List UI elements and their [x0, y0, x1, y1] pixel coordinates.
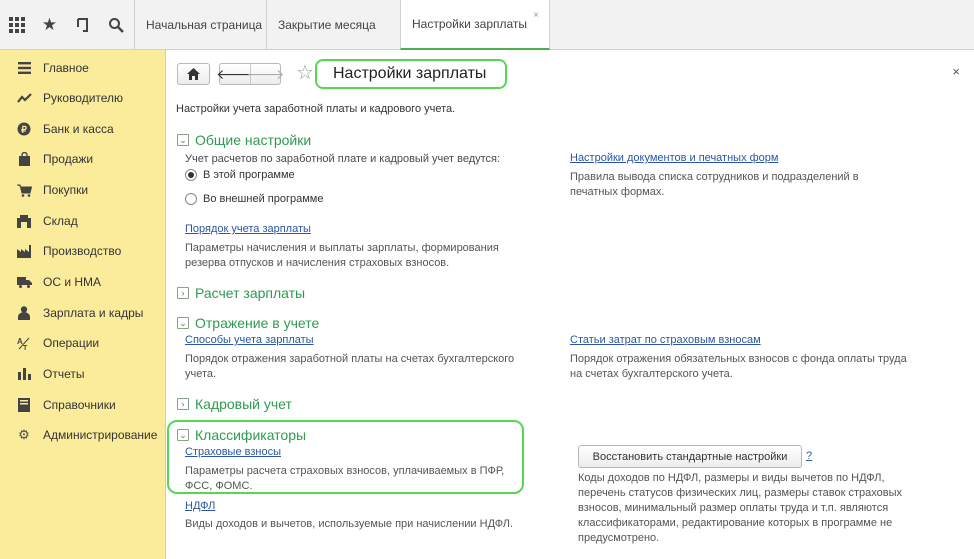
section-general[interactable]: ⌄ Общие настройки	[177, 132, 311, 148]
intro-text: Настройки учета заработной платы и кадро…	[176, 103, 456, 115]
sidebar-item-main[interactable]: Главное	[0, 53, 166, 83]
accounting-methods-desc: Порядок отражения заработной платы на сч…	[185, 353, 515, 380]
radio-empty-icon	[185, 193, 197, 205]
navigation-buttons: 🡐 🡒	[216, 63, 284, 85]
chevron-right-icon: ›	[177, 398, 189, 410]
factory-icon	[16, 244, 32, 258]
payroll-order-link[interactable]: Порядок учета зарплаты	[185, 223, 311, 235]
sidebar-item-assets[interactable]: ОС и НМА	[0, 267, 166, 297]
chevron-down-icon: ⌄	[177, 429, 189, 441]
section-payroll[interactable]: › Расчет зарплаты	[177, 285, 305, 301]
main-panel: 🡐 🡒 ☆ Настройки зарплаты × Настройки уче…	[166, 50, 974, 559]
trend-icon	[16, 92, 32, 104]
ndfl-desc: Виды доходов и вычетов, используемые при…	[185, 518, 514, 530]
section-classifiers[interactable]: ⌄ Классификаторы	[177, 427, 306, 443]
sidebar-item-director[interactable]: Руководителю	[0, 83, 166, 113]
radio-external-program[interactable]: Во внешней программе	[185, 193, 323, 205]
book-icon	[16, 398, 32, 412]
svg-text:T: T	[23, 345, 28, 350]
person-icon	[16, 306, 32, 320]
apps-grid-icon[interactable]	[0, 0, 33, 50]
section-hr[interactable]: › Кадровый учет	[177, 396, 292, 412]
tab-close-icon[interactable]: ×	[533, 10, 539, 21]
favorite-star-icon[interactable]: ☆	[296, 60, 314, 85]
arrow-right-icon: 🡒	[246, 65, 285, 82]
accounting-question-label: Учет расчетов по заработной плате и кадр…	[185, 153, 501, 165]
home-button[interactable]	[177, 63, 210, 85]
bar-chart-icon	[16, 368, 32, 380]
accounting-methods-link[interactable]: Способы учета зарплаты	[185, 334, 314, 346]
back-button[interactable]: 🡐	[216, 64, 254, 84]
tab-payroll-settings[interactable]: Настройки зарплаты ×	[400, 0, 550, 50]
tab-home[interactable]: Начальная страница	[134, 0, 266, 50]
cart-icon	[16, 184, 32, 197]
sidebar: Главное Руководителю ₽ Банк и касса Прод…	[0, 50, 166, 559]
coin-icon: ₽	[16, 122, 32, 136]
radio-selected-icon	[185, 169, 197, 181]
gear-icon: ⚙	[18, 427, 30, 442]
help-link[interactable]: ?	[806, 450, 812, 462]
home-icon	[187, 68, 200, 80]
truck-icon	[16, 276, 32, 288]
cost-items-desc: Порядок отражения обязательных взносов с…	[570, 353, 907, 380]
close-icon[interactable]: ×	[952, 64, 960, 79]
sidebar-item-operations[interactable]: AT Операции	[0, 328, 166, 358]
tab-month-close[interactable]: Закрытие месяца	[266, 0, 400, 50]
sidebar-item-bank[interactable]: ₽ Банк и касса	[0, 114, 166, 144]
documents-settings-desc: Правила вывода списка сотрудников и подр…	[570, 171, 859, 198]
section-accounting[interactable]: ⌄ Отражение в учете	[177, 315, 319, 331]
search-icon[interactable]	[99, 0, 132, 50]
bag-icon	[16, 152, 32, 166]
documents-settings-link[interactable]: Настройки документов и печатных форм	[570, 152, 778, 164]
chevron-down-icon: ⌄	[177, 317, 189, 329]
forward-button[interactable]: 🡒	[247, 64, 284, 84]
sidebar-item-payroll[interactable]: Зарплата и кадры	[0, 298, 166, 328]
insurance-contributions-link[interactable]: Страховые взносы	[185, 446, 281, 458]
restore-defaults-button[interactable]: Восстановить стандартные настройки	[578, 445, 802, 468]
top-toolbar: ★	[0, 0, 134, 50]
cost-items-link[interactable]: Статьи затрат по страховым взносам	[570, 334, 761, 346]
radio-this-program[interactable]: В этой программе	[185, 169, 295, 181]
sidebar-item-catalogs[interactable]: Справочники	[0, 390, 166, 420]
menu-icon	[16, 62, 32, 74]
sidebar-item-admin[interactable]: ⚙ Администрирование	[0, 420, 166, 450]
sidebar-item-production[interactable]: Производство	[0, 236, 166, 266]
insurance-contributions-desc: Параметры расчета страховых взносов, упл…	[185, 465, 505, 492]
chevron-down-icon: ⌄	[177, 134, 189, 146]
sidebar-item-purchases[interactable]: Покупки	[0, 175, 166, 205]
restore-defaults-desc: Коды доходов по НДФЛ, размеры и виды выч…	[578, 472, 903, 544]
page-title: Настройки зарплаты	[315, 59, 507, 89]
history-icon[interactable]	[66, 0, 99, 50]
ndfl-link[interactable]: НДФЛ	[185, 500, 215, 512]
top-bar: ★ Начальная страница Закрытие месяца Нас…	[0, 0, 974, 50]
warehouse-icon	[16, 214, 32, 228]
sidebar-item-reports[interactable]: Отчеты	[0, 359, 166, 389]
operations-icon: AT	[16, 336, 32, 350]
svg-text:₽: ₽	[21, 125, 27, 135]
sidebar-item-sales[interactable]: Продажи	[0, 144, 166, 174]
star-icon[interactable]: ★	[33, 0, 66, 50]
payroll-order-desc: Параметры начисления и выплаты зарплаты,…	[185, 242, 499, 269]
sidebar-item-warehouse[interactable]: Склад	[0, 206, 166, 236]
chevron-right-icon: ›	[177, 287, 189, 299]
